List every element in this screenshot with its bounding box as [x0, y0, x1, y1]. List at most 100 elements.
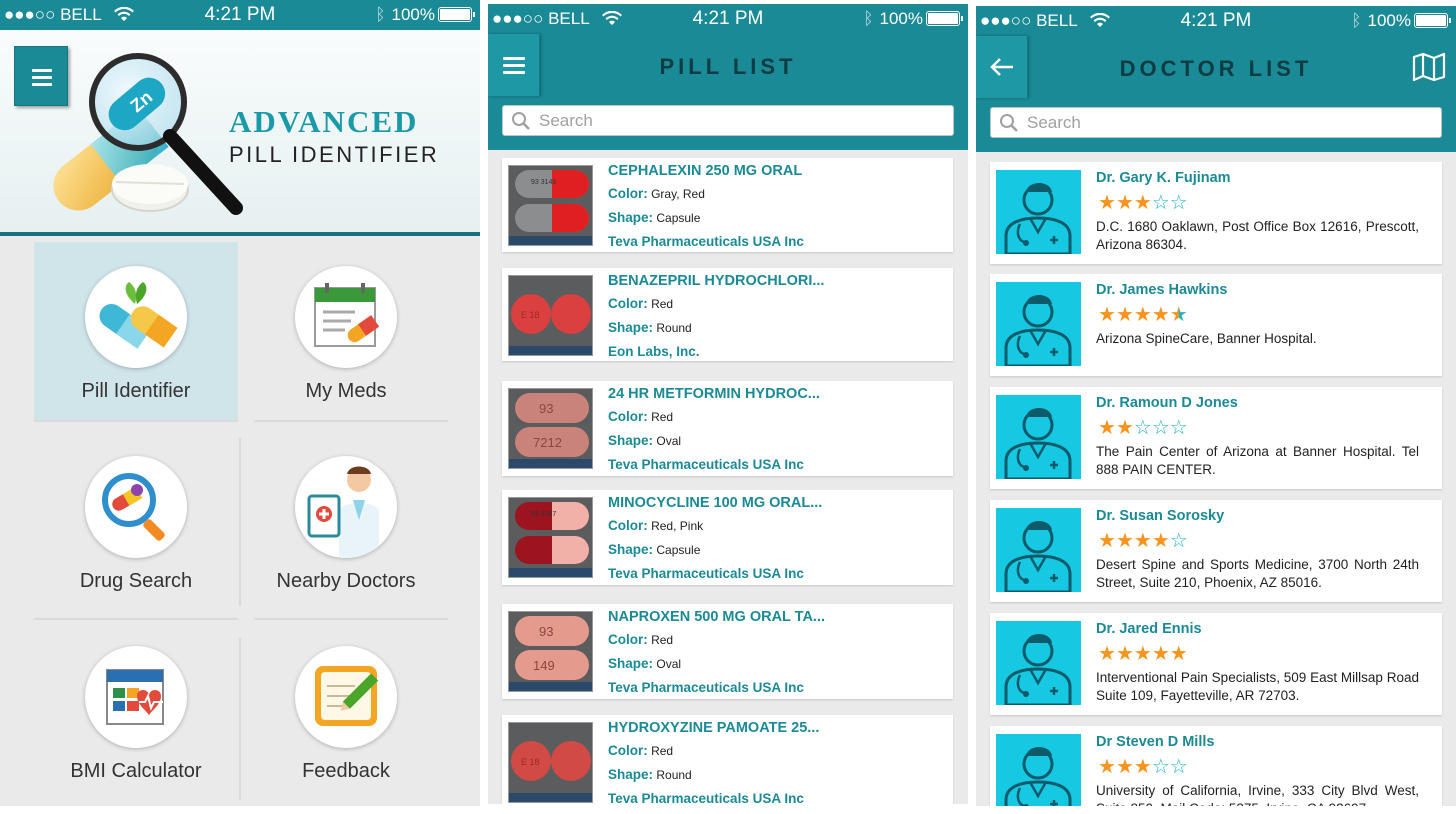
map-icon[interactable] [1412, 52, 1446, 82]
pill-color-row: Color: Red [608, 632, 673, 647]
app-logo: Zn [53, 53, 243, 215]
pill-shape-row: Shape: Oval [608, 433, 681, 448]
pill-imprint: E 18 [521, 757, 540, 767]
search-input[interactable] [539, 108, 939, 133]
tile-bmi-calculator[interactable]: BMI Calculator [34, 622, 238, 800]
pill-card[interactable]: 93 7212 24 HR METFORMIN HYDROC... Color:… [502, 381, 953, 476]
shape-label: Shape: [608, 542, 654, 557]
pill-imprint: E 18 [521, 310, 540, 320]
star-rating: ★★★★☆ [1098, 528, 1188, 553]
search-field[interactable] [502, 105, 954, 136]
tile-pill-identifier[interactable]: Pill Identifier [34, 242, 238, 420]
search-icon [512, 112, 530, 130]
page-title: PILL LIST [659, 54, 797, 79]
doctor-name: Dr Steven D Mills [1096, 734, 1215, 750]
pill-color-row: Color: Red [608, 409, 673, 424]
pill-color: Red [651, 633, 674, 647]
tile-drug-search[interactable]: Drug Search [34, 432, 238, 610]
color-label: Color: [608, 409, 648, 424]
doctor-name: Dr. Ramoun D Jones [1096, 395, 1238, 411]
pill-shape: Capsule [656, 543, 701, 557]
star-rating: ★★☆☆☆ [1098, 415, 1188, 440]
star-filled-icon: ★ [1133, 643, 1152, 665]
pill-name: HYDROXYZINE PAMOATE 25... [608, 720, 820, 736]
color-label: Color: [608, 632, 648, 647]
pill-imprint: 93 [539, 624, 553, 639]
title-bar: PILL LIST [488, 34, 968, 96]
doctor-address: The Pain Center of Arizona at Banner Hos… [1096, 444, 1419, 477]
calendar-meds-icon [295, 266, 397, 368]
star-filled-icon: ★ [1151, 643, 1170, 665]
star-rating: ★★★★★ [1098, 302, 1188, 327]
divider [239, 438, 241, 606]
tile-my-meds[interactable]: My Meds [244, 242, 448, 420]
pill-color: Red [651, 410, 674, 424]
tile-label: Drug Search [79, 570, 193, 592]
tile-nearby-doctors[interactable]: Nearby Doctors [244, 432, 448, 610]
star-rating: ★★★★★ [1098, 641, 1188, 666]
doctor-card[interactable]: Dr. Ramoun D Jones ★★☆☆☆ The Pain Center… [990, 387, 1442, 489]
status-bar: ●●●○○ BELL 4:21 PM ᛒ 100% [488, 4, 968, 34]
battery-icon [438, 7, 475, 22]
doctor-icon [295, 456, 397, 558]
divider [254, 420, 448, 422]
pill-manufacturer: Teva Pharmaceuticals USA Inc [608, 680, 804, 695]
divider [34, 420, 238, 422]
pill-card[interactable]: E 18 HYDROXYZINE PAMOATE 25... Color: Re… [502, 715, 953, 804]
tile-label: Nearby Doctors [276, 570, 416, 592]
star-filled-icon: ★ [1151, 304, 1170, 326]
battery-icon [926, 11, 963, 26]
search-icon [1000, 114, 1018, 132]
doctor-card[interactable]: Dr. James Hawkins ★★★★★ Arizona SpineCar… [990, 274, 1442, 376]
doctor-address: University of California, Irvine, 333 Ci… [1096, 783, 1419, 806]
pill-identifier-icon [85, 266, 187, 368]
search-field[interactable] [990, 107, 1442, 138]
doctor-card[interactable]: Dr. Gary K. Fujinam ★★★☆☆ D.C. 1680 Oakl… [990, 162, 1442, 264]
star-filled-icon: ★ [1098, 417, 1116, 439]
doctor-card[interactable]: Dr Steven D Mills ★★★☆☆ University of Ca… [990, 726, 1442, 806]
tile-label: BMI Calculator [70, 760, 202, 782]
pill-color: Red [651, 297, 674, 311]
pill-shape-row: Shape: Oval [608, 656, 681, 671]
status-bar: ●●●○○ BELL 4:21 PM ᛒ 100% [976, 6, 1456, 36]
pill-color: Red [651, 744, 674, 758]
star-filled-icon: ★ [1115, 192, 1134, 214]
pill-manufacturer: Teva Pharmaceuticals USA Inc [608, 457, 804, 472]
star-filled-icon: ★ [1115, 756, 1134, 778]
star-filled-icon: ★ [1133, 530, 1152, 552]
doctor-avatar-icon [996, 282, 1081, 366]
logo-title: ADVANCED [229, 104, 419, 139]
color-label: Color: [608, 518, 648, 533]
pill-card[interactable]: 93 149 NAPROXEN 500 MG ORAL TA... Color:… [502, 604, 953, 699]
pill-imprint: 7212 [533, 435, 562, 450]
divider [34, 618, 238, 620]
doctor-avatar-icon [996, 170, 1081, 254]
star-filled-icon: ★ [1098, 530, 1116, 552]
bluetooth-icon: ᛒ [375, 5, 386, 24]
page-title: DOCTOR LIST [1119, 56, 1313, 81]
tile-feedback[interactable]: Feedback [244, 622, 448, 800]
star-filled-icon: ★ [1098, 304, 1116, 326]
pill-manufacturer: Teva Pharmaceuticals USA Inc [608, 791, 804, 804]
pill-name: BENAZEPRIL HYDROCHLORI... [608, 273, 825, 289]
doctor-avatar-icon [996, 395, 1081, 479]
pill-card[interactable]: 93 3167 MINOCYCLINE 100 MG ORAL... Color… [502, 490, 953, 585]
battery-percent: 100% [391, 5, 435, 24]
status-bar: ●●●○○ BELL 4:21 PM ᛒ 100% [0, 0, 480, 30]
pill-color-row: Color: Red [608, 743, 673, 758]
pill-shape: Round [656, 321, 692, 335]
doctor-card[interactable]: Dr. Susan Sorosky ★★★★☆ Desert Spine and… [990, 500, 1442, 602]
status-right: ᛒ 100% [375, 5, 475, 25]
pill-card[interactable]: E 18 BENAZEPRIL HYDROCHLORI... Color: Re… [502, 268, 953, 361]
pill-name: CEPHALEXIN 250 MG ORAL [608, 163, 803, 179]
status-right: ᛒ 100% [1351, 11, 1451, 31]
tile-label: Pill Identifier [81, 380, 191, 402]
star-filled-icon: ★ [1169, 643, 1188, 665]
search-input[interactable] [1027, 110, 1427, 135]
doctor-name: Dr. Susan Sorosky [1096, 508, 1225, 524]
doctor-avatar-icon [996, 734, 1081, 806]
doctor-address: D.C. 1680 Oaklawn, Post Office Box 12616… [1096, 219, 1419, 252]
doctor-card[interactable]: Dr. Jared Ennis ★★★★★ Interventional Pai… [990, 613, 1442, 715]
pill-card[interactable]: 93 3145 CEPHALEXIN 250 MG ORAL Color: Gr… [502, 158, 953, 252]
pill-manufacturer: Eon Labs, Inc. [608, 344, 700, 359]
